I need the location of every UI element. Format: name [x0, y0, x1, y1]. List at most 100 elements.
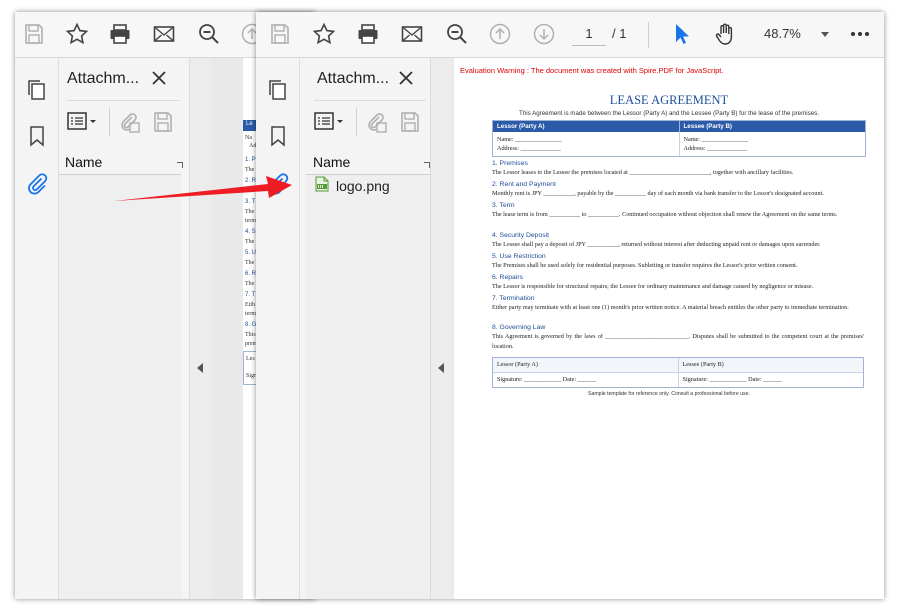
name-line: Name: _______________ — [497, 136, 562, 143]
back-fragment: This — [245, 332, 256, 338]
section: 4. Security Deposit The Lessee shall pay… — [492, 231, 864, 250]
close-icon[interactable] — [396, 68, 416, 88]
section-heading: 5. Use Restriction — [492, 253, 546, 260]
back-fragment: The — [245, 239, 255, 245]
more-icon[interactable] — [847, 21, 873, 47]
section-body: The Lessee shall pay a deposit of JPY __… — [492, 241, 821, 248]
zoom-value: 48.7% — [764, 26, 801, 41]
divider — [648, 22, 649, 48]
panel-title: Attachm... — [317, 70, 390, 87]
attach-add-icon[interactable] — [364, 110, 388, 139]
address-line: Address: _____________ — [497, 145, 561, 152]
party-table-header: Lessor (Party A) Lessee (Party B) — [493, 121, 865, 132]
hand-icon[interactable] — [712, 21, 738, 47]
select-cursor-icon[interactable] — [669, 21, 695, 47]
back-fragment: 8. G — [245, 322, 257, 328]
back-fragment: The — [245, 209, 255, 215]
attachment-list — [306, 175, 430, 599]
section: 3. Term The lease term is from _________… — [492, 201, 864, 220]
party-cell: Name: _______________ Address: _________… — [678, 132, 866, 156]
document-page: Evaluation Warning : The document was cr… — [454, 58, 884, 599]
star-icon[interactable] — [311, 21, 337, 47]
signature-line: Signature: ____________ Date: ______ — [497, 376, 597, 383]
section: 2. Rent and Payment Monthly rent is JPY … — [492, 180, 864, 199]
save-attachment-icon[interactable] — [398, 110, 422, 139]
save-icon[interactable] — [267, 21, 293, 47]
front-left-rail — [256, 58, 300, 599]
zoom-out-icon[interactable] — [444, 21, 470, 47]
section: 1. Premises The Lessor leases to the Les… — [492, 159, 864, 178]
attach-add-icon[interactable] — [117, 110, 141, 139]
section-body: This Agreement is governed by the laws o… — [492, 333, 864, 350]
star-icon[interactable] — [64, 21, 90, 47]
resize-handle[interactable] — [177, 162, 183, 168]
back-left-rail — [15, 58, 59, 599]
list-icon[interactable] — [67, 110, 99, 139]
mail-icon[interactable] — [399, 21, 425, 47]
document-footer: Sample template for reference only. Cons… — [588, 391, 750, 397]
section-heading: 8. Governing Law — [492, 324, 546, 331]
save-icon[interactable] — [21, 21, 47, 47]
close-icon[interactable] — [149, 68, 169, 88]
document-title: LEASE AGREEMENT — [609, 93, 729, 107]
address-line: Address: _____________ — [683, 145, 748, 152]
signature-line: Signature: ____________ Date: ______ — [677, 373, 864, 387]
list-item[interactable]: logo.png — [314, 176, 390, 195]
back-fragment: term — [245, 218, 256, 224]
list-icon[interactable] — [314, 110, 346, 139]
party-table-body: Name: _______________ Address: _________… — [493, 132, 865, 156]
zoom-out-icon[interactable] — [196, 21, 222, 47]
section: 8. Governing Law This Agreement is gover… — [492, 323, 864, 351]
print-icon[interactable] — [355, 21, 381, 47]
collapse-panel-handle[interactable] — [189, 58, 212, 599]
back-fragment: Le — [246, 121, 253, 127]
paperclip-icon[interactable] — [264, 170, 292, 198]
document-intro: This Agreement is made between the Lesso… — [519, 110, 819, 117]
front-toolbar: 1 / 1 48.7% — [256, 12, 884, 58]
collapse-arrow-icon[interactable] — [438, 363, 444, 373]
section-heading: 4. Security Deposit — [492, 232, 550, 239]
section-heading: 3. Term — [492, 202, 515, 209]
back-fragment: Eith — [245, 302, 255, 308]
divider — [314, 100, 426, 101]
attachment-list — [59, 175, 181, 599]
back-fragment: 4. S — [245, 229, 256, 235]
back-fragment: The — [245, 281, 255, 287]
party-cell: Name: _______________ Address: _________… — [493, 132, 679, 156]
collapse-panel-handle[interactable] — [430, 58, 453, 599]
divider — [356, 108, 357, 136]
back-fragment: 3. T — [245, 199, 256, 205]
save-attachment-icon[interactable] — [151, 110, 175, 139]
page-total: / 1 — [612, 26, 627, 41]
copy-pages-icon[interactable] — [264, 76, 292, 104]
paperclip-icon[interactable] — [23, 170, 51, 198]
mail-icon[interactable] — [151, 21, 177, 47]
signature-party: Lessor (Party A) — [497, 361, 538, 368]
print-icon[interactable] — [107, 21, 133, 47]
name-column-header[interactable]: Name — [65, 154, 102, 170]
back-fragment: 6. R — [245, 271, 257, 277]
copy-pages-icon[interactable] — [23, 76, 51, 104]
section-body: Monthly rent is JPY __________, payable … — [492, 190, 824, 197]
page-down-icon[interactable] — [531, 21, 557, 47]
back-fragment: The — [245, 167, 255, 173]
section-body: The Lessor leases to the Lessee the prem… — [492, 169, 794, 176]
collapse-arrow-icon[interactable] — [197, 363, 203, 373]
back-attachments-panel: Attachm... Name — [59, 58, 189, 599]
section: 7. Termination Either party may terminat… — [492, 294, 864, 313]
bookmark-icon[interactable] — [23, 122, 51, 150]
back-fragment: Les — [246, 356, 255, 362]
signature-row: Signature: ____________ Date: ______ Sig… — [493, 372, 863, 387]
back-fragment: The — [245, 260, 255, 266]
name-column-header[interactable]: Name — [313, 154, 350, 170]
zoom-dropdown[interactable]: 48.7% — [761, 22, 833, 46]
image-file-icon — [314, 176, 330, 195]
section-body: The Premises shall be used solely for re… — [492, 262, 798, 269]
evaluation-warning: Evaluation Warning : The document was cr… — [460, 66, 724, 75]
bookmark-icon[interactable] — [264, 122, 292, 150]
page-up-icon[interactable] — [487, 21, 513, 47]
back-fragment: 1. P — [245, 157, 256, 163]
back-fragment: term — [245, 311, 256, 317]
page-number-input[interactable]: 1 — [572, 23, 606, 46]
party-header-cell: Lessor (Party A) — [497, 123, 545, 130]
